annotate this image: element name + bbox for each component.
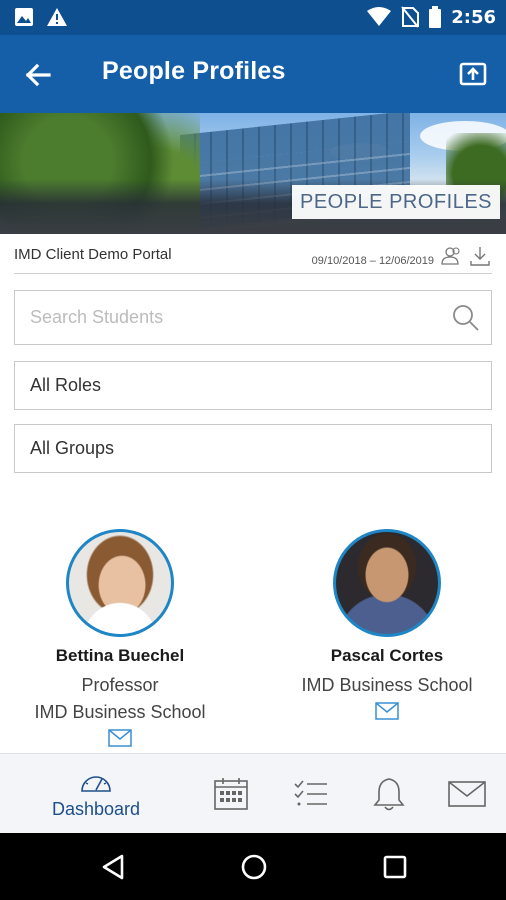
portal-dates: 09/10/2018 – 12/06/2019	[311, 255, 434, 267]
nav-messages[interactable]	[446, 754, 488, 834]
mail-icon[interactable]	[108, 729, 132, 747]
bottom-navigation: Dashboard	[0, 753, 506, 833]
warning-icon	[47, 8, 67, 26]
bell-icon	[373, 778, 405, 811]
calendar-icon	[214, 778, 248, 810]
gauge-icon	[81, 775, 111, 792]
wifi-icon	[367, 7, 392, 26]
profile-name: Bettina Buechel	[55, 646, 185, 665]
nav-dashboard-label: Dashboard	[51, 798, 141, 819]
envelope-icon	[448, 781, 486, 807]
profile-organization: IMD Business School	[301, 675, 473, 695]
nav-calendar[interactable]	[210, 754, 252, 834]
nav-tasks[interactable]	[290, 754, 332, 834]
search-placeholder: Search Students	[30, 307, 164, 327]
roles-select-value: All Roles	[30, 375, 102, 395]
profile-name: Pascal Cortes	[330, 646, 444, 665]
back-triangle-icon[interactable]	[100, 853, 126, 881]
system-navigation-bar	[0, 833, 506, 900]
app-bar: People Profiles	[0, 35, 506, 113]
search-icon[interactable]	[451, 303, 481, 333]
image-icon	[15, 8, 33, 26]
profile-card[interactable]: Bettina Buechel Professor IMD Business S…	[10, 529, 230, 747]
nav-notifications[interactable]	[368, 754, 410, 834]
portal-info-row: IMD Client Demo Portal 09/10/2018 – 12/0…	[14, 240, 492, 274]
share-icon[interactable]	[458, 59, 488, 89]
roles-select[interactable]: All Roles	[14, 361, 492, 410]
hero-banner: PEOPLE PROFILES	[0, 113, 506, 234]
checklist-icon	[294, 780, 327, 806]
profile-role: Professor	[81, 675, 159, 695]
nav-dashboard[interactable]: Dashboard	[40, 754, 152, 834]
status-bar: 2:56	[0, 0, 506, 35]
page-title: People Profiles	[102, 57, 286, 85]
banner-label: PEOPLE PROFILES	[291, 185, 500, 219]
search-input[interactable]: Search Students	[14, 290, 492, 345]
recents-square-icon[interactable]	[382, 853, 408, 881]
avatar[interactable]	[333, 529, 441, 637]
clock: 2:56	[451, 6, 496, 28]
download-icon[interactable]	[468, 244, 492, 268]
arrow-left-icon[interactable]	[22, 59, 54, 91]
groups-select[interactable]: All Groups	[14, 424, 492, 473]
portal-name: IMD Client Demo Portal	[14, 246, 172, 263]
profile-card[interactable]: Pascal Cortes IMD Business School	[277, 529, 497, 720]
home-circle-icon[interactable]	[240, 853, 268, 881]
battery-icon	[429, 6, 442, 28]
people-icon[interactable]	[440, 244, 464, 268]
groups-select-value: All Groups	[30, 438, 115, 458]
mail-icon[interactable]	[375, 702, 399, 720]
no-sim-icon	[401, 6, 420, 28]
profile-organization: IMD Business School	[34, 702, 206, 722]
avatar[interactable]	[66, 529, 174, 637]
